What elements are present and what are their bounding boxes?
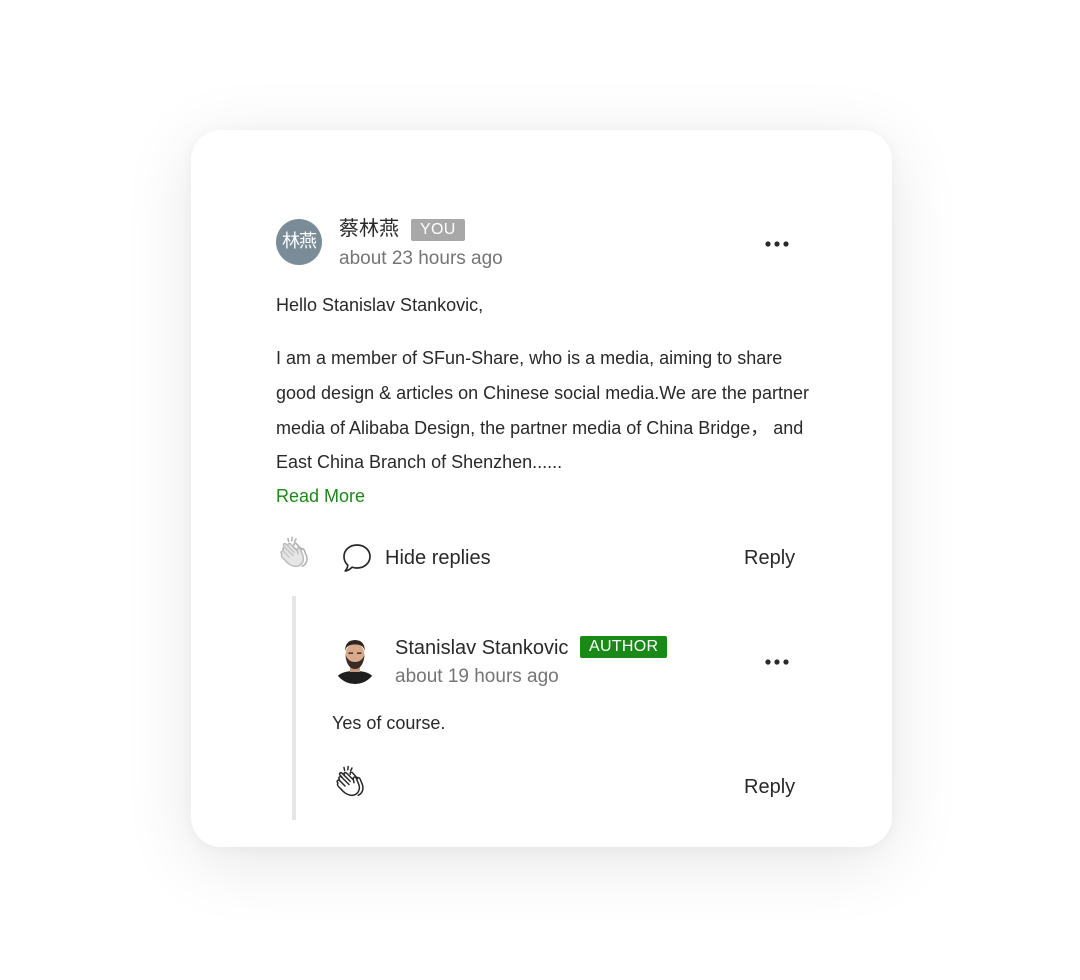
author-avatar[interactable]	[332, 633, 378, 685]
person-photo-icon	[333, 640, 377, 684]
reply-reply-button[interactable]: Reply	[744, 775, 795, 799]
comment-card: 林燕 蔡林燕 YOU about 23 hours ago Hello Stan…	[191, 130, 892, 847]
more-horizontal-icon	[765, 659, 789, 665]
more-horizontal-icon	[765, 241, 789, 247]
reply-timestamp: about 19 hours ago	[395, 666, 559, 687]
read-more-link[interactable]: Read More	[276, 484, 365, 508]
comment-timestamp: about 23 hours ago	[339, 248, 503, 269]
reply-button[interactable]: Reply	[744, 546, 795, 570]
comment-more-button[interactable]	[762, 234, 792, 254]
comment-body: I am a member of SFun-Share, who is a me…	[276, 348, 809, 473]
hide-replies-button[interactable]: Hide replies	[341, 541, 491, 575]
thread-line	[292, 596, 296, 820]
clap-button[interactable]	[275, 536, 313, 574]
reply-more-button[interactable]	[762, 652, 792, 672]
hide-replies-label: Hide replies	[385, 546, 491, 569]
comment-greeting: Hello Stanislav Stankovic,	[276, 295, 484, 315]
comment-author-name[interactable]: 蔡林燕	[339, 217, 399, 241]
clap-icon	[336, 765, 364, 797]
avatar[interactable]: 林燕	[276, 219, 322, 265]
speech-bubble-icon	[343, 544, 371, 572]
reply-body: Yes of course.	[332, 713, 446, 733]
author-badge: AUTHOR	[580, 636, 668, 658]
reply-clap-button[interactable]	[331, 765, 369, 803]
reply-author-name[interactable]: Stanislav Stankovic	[395, 636, 568, 660]
you-badge: YOU	[411, 219, 465, 241]
page-background: 林燕 蔡林燕 YOU about 23 hours ago Hello Stan…	[0, 0, 1080, 980]
clap-icon	[280, 536, 308, 568]
